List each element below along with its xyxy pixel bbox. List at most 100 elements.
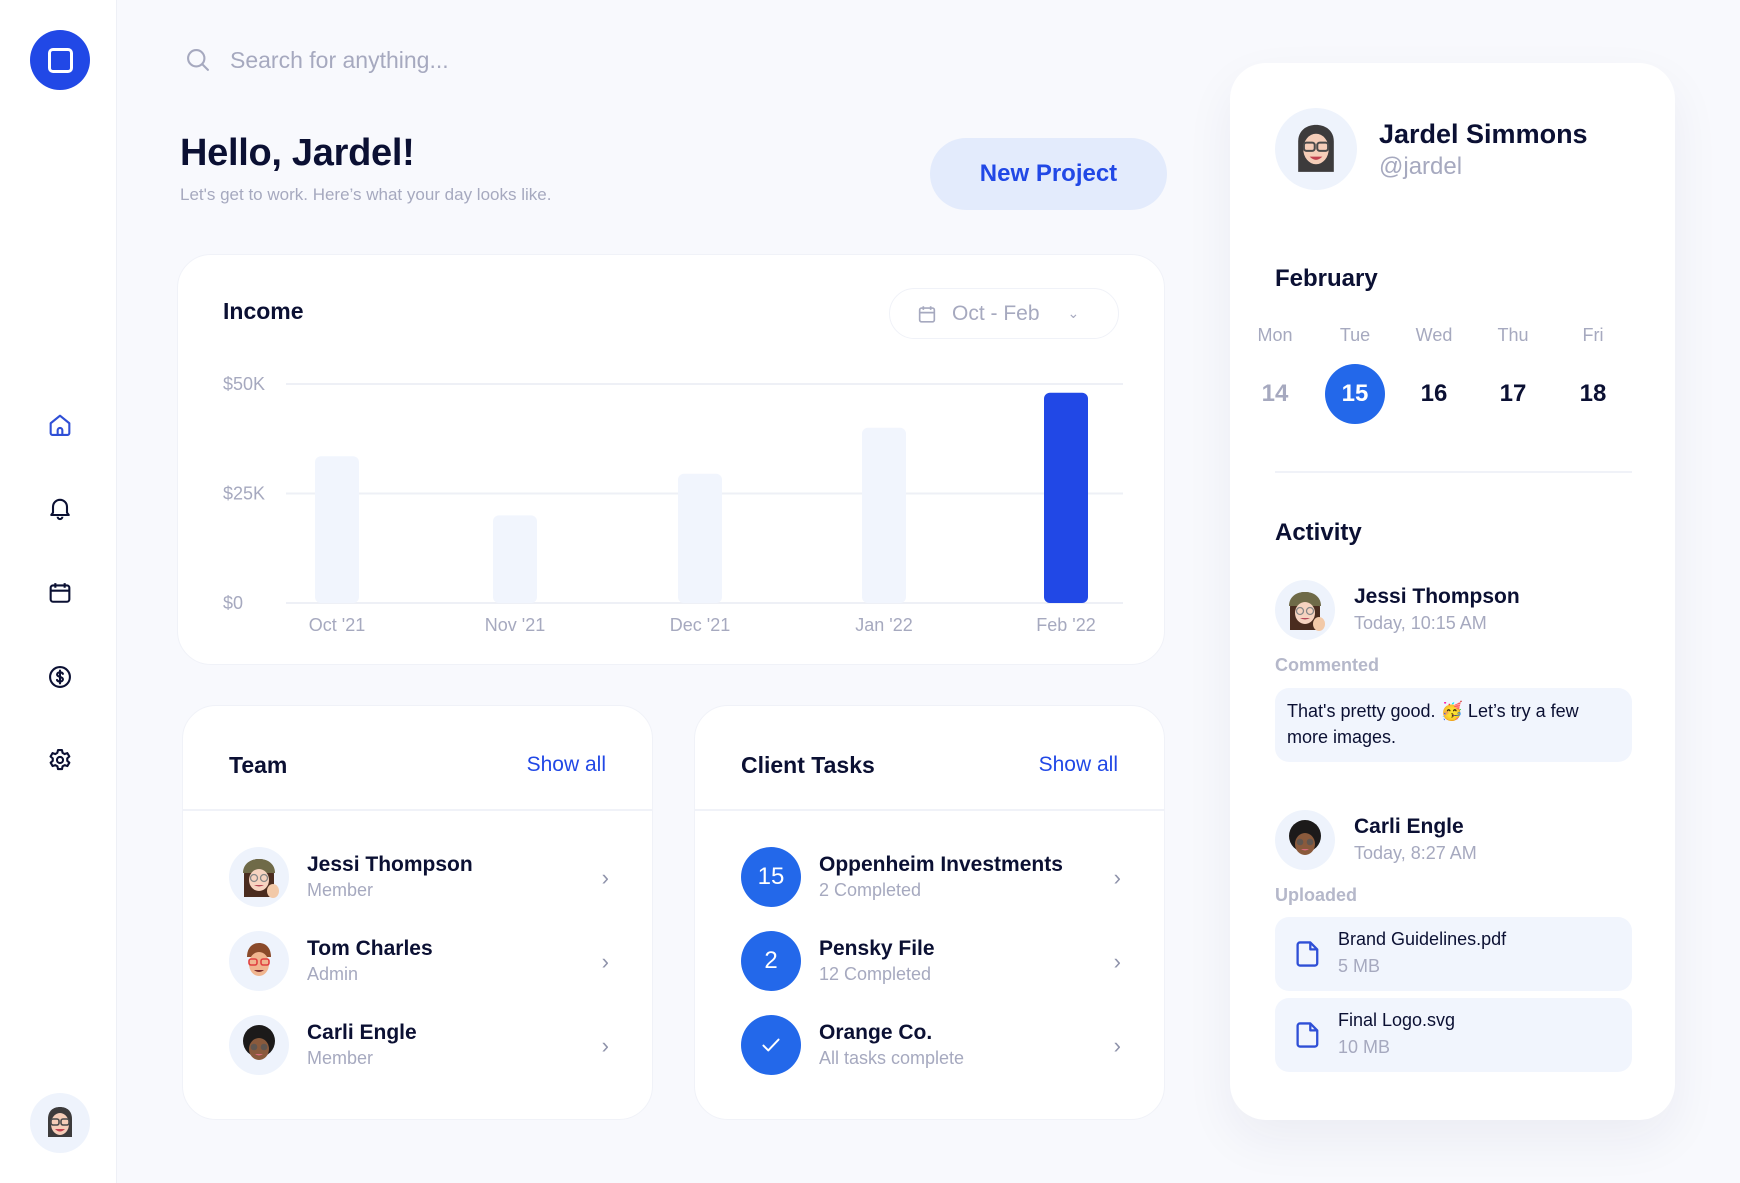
calendar-day[interactable]: 16 — [1404, 364, 1464, 424]
task-client-name: Oppenheim Investments — [819, 853, 1063, 876]
income-bar[interactable] — [493, 515, 537, 603]
client-tasks-card: Client Tasks Show all 15 Oppenheim Inves… — [694, 705, 1165, 1120]
memoji-jardel-icon — [48, 1107, 72, 1137]
task-row[interactable]: 15 Oppenheim Investments 2 Completed › — [741, 847, 1121, 907]
task-status: 12 Completed — [819, 964, 932, 984]
memoji-carli-icon — [243, 1025, 275, 1060]
chevron-right-icon: › — [1113, 865, 1121, 890]
memoji-jessi-icon — [243, 859, 279, 898]
member-name: Tom Charles — [307, 937, 433, 960]
weekday-label: Mon — [1257, 325, 1293, 345]
team-title: Team — [229, 752, 288, 778]
activity-user-name: Jessi Thompson — [1354, 585, 1520, 608]
memoji-jardel-icon — [1298, 124, 1334, 172]
task-count-badge: 15 — [741, 847, 801, 907]
gear-icon — [49, 749, 71, 771]
team-member-row[interactable]: Tom Charles Admin › — [229, 931, 609, 991]
file-attachment[interactable]: Brand Guidelines.pdf 5 MB — [1275, 917, 1632, 991]
income-bar[interactable] — [862, 427, 906, 603]
calendar-month: February — [1275, 265, 1378, 292]
page-title: Hello, Jardel! — [180, 132, 415, 174]
memoji-carli-icon — [1289, 820, 1321, 855]
profile-name: Jardel Simmons — [1379, 119, 1588, 149]
app-logo[interactable] — [30, 30, 90, 90]
activity-user-name: Carli Engle — [1354, 815, 1464, 838]
weekday-label: Wed — [1415, 325, 1453, 345]
calendar-day[interactable]: 14 — [1245, 364, 1305, 424]
logo-square-icon — [47, 47, 73, 73]
memoji-tom-icon — [247, 943, 271, 976]
weekday-label: Fri — [1582, 325, 1604, 345]
chevron-right-icon: › — [601, 949, 609, 974]
search-icon[interactable] — [184, 46, 212, 74]
team-card: Team Show all Jessi Thompson Member › To… — [182, 705, 653, 1120]
avatar — [229, 931, 289, 991]
income-chart: $0 $25K $50K Oct '21 Nov '21 Dec '21 Jan '22 Fe… — [223, 374, 1123, 635]
weekday-label: Tue — [1339, 325, 1371, 345]
sidebar-item-settings[interactable] — [44, 744, 76, 776]
weekday-label: Thu — [1497, 325, 1529, 345]
activity-action: Uploaded — [1275, 885, 1358, 905]
income-bar[interactable] — [315, 456, 359, 603]
user-avatar[interactable] — [30, 1093, 90, 1153]
file-size: 5 MB — [1338, 956, 1381, 976]
client-tasks-title: Client Tasks — [741, 752, 875, 778]
member-name: Carli Engle — [307, 1021, 417, 1044]
member-role: Member — [307, 1048, 374, 1068]
file-name: Final Logo.svg — [1338, 1010, 1456, 1030]
task-row[interactable]: Orange Co. All tasks complete › — [741, 1015, 1121, 1075]
chevron-right-icon: › — [601, 865, 609, 890]
home-icon — [49, 414, 71, 436]
file-icon — [1296, 1022, 1319, 1048]
income-card: Income Oct - Feb ⌄ $0 $25K $50K Oct '21 Nov … — [177, 254, 1165, 665]
client-tasks-show-all-link[interactable]: Show all — [1039, 753, 1118, 777]
check-icon — [741, 1015, 801, 1075]
activity-avatar — [1275, 580, 1335, 640]
task-status: All tasks complete — [819, 1048, 965, 1068]
sidebar-item-finance[interactable] — [44, 661, 76, 693]
x-tick-label: Nov '21 — [485, 615, 545, 635]
sidebar-item-calendar[interactable] — [44, 577, 76, 609]
x-tick-label: Feb '22 — [1036, 615, 1095, 635]
y-tick-label: $25K — [223, 484, 265, 504]
chevron-right-icon: › — [1113, 949, 1121, 974]
page-subtitle: Let's get to work. Here’s what your day … — [180, 185, 552, 204]
new-project-button[interactable]: New Project — [930, 138, 1167, 210]
member-role: Member — [307, 880, 374, 900]
team-member-row[interactable]: Jessi Thompson Member › — [229, 847, 609, 907]
file-icon — [1296, 941, 1319, 967]
profile-handle: @jardel — [1379, 153, 1463, 180]
sidebar-item-notifications[interactable] — [44, 492, 76, 524]
sidebar — [0, 0, 117, 1183]
calendar-day-selected[interactable]: 15 — [1325, 364, 1385, 424]
sidebar-item-home[interactable] — [44, 409, 76, 441]
avatar — [229, 1015, 289, 1075]
avatar — [229, 847, 289, 907]
x-tick-label: Jan '22 — [855, 615, 912, 635]
income-bar[interactable] — [1044, 392, 1088, 603]
x-tick-label: Oct '21 — [309, 615, 365, 635]
client-tasks-header: Client Tasks Show all — [695, 706, 1164, 811]
team-show-all-link[interactable]: Show all — [527, 753, 606, 777]
bell-icon — [50, 498, 70, 521]
task-client-name: Pensky File — [819, 937, 935, 960]
member-name: Jessi Thompson — [307, 853, 473, 876]
calendar-day[interactable]: 17 — [1483, 364, 1543, 424]
search-input[interactable] — [230, 40, 830, 80]
calendar-day[interactable]: 18 — [1563, 364, 1623, 424]
activity-action: Commented — [1275, 655, 1380, 675]
activity-comment: That's pretty good. 🥳 Let’s try a few mo… — [1275, 688, 1632, 762]
activity-avatar — [1275, 810, 1335, 870]
chevron-right-icon: › — [601, 1033, 609, 1058]
y-tick-label: $0 — [223, 593, 243, 613]
y-tick-label: $50K — [223, 374, 265, 394]
chevron-right-icon: › — [1113, 1033, 1121, 1058]
task-row[interactable]: 2 Pensky File 12 Completed › — [741, 931, 1121, 991]
team-member-row[interactable]: Carli Engle Member › — [229, 1015, 609, 1075]
divider — [1275, 471, 1632, 473]
file-attachment[interactable]: Final Logo.svg 10 MB — [1275, 998, 1632, 1072]
profile-avatar[interactable] — [1275, 108, 1357, 190]
activity-title: Activity — [1275, 519, 1362, 546]
memoji-jessi-icon — [1289, 592, 1325, 631]
income-bar[interactable] — [678, 473, 722, 603]
